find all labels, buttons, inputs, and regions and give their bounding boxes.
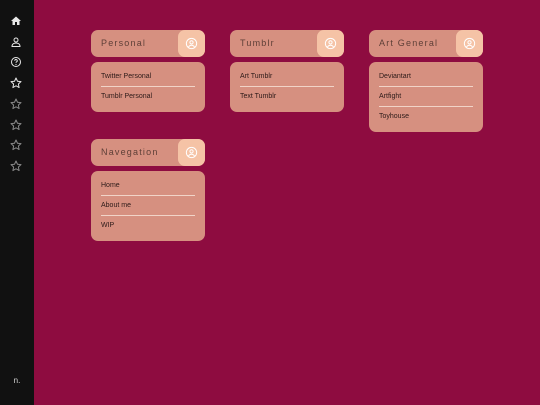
user-circle-icon — [178, 139, 205, 166]
star-icon[interactable] — [9, 159, 23, 173]
link-wip[interactable]: WIP — [101, 216, 195, 236]
group-title: Tumblr — [240, 38, 275, 48]
signature: n. — [13, 376, 21, 385]
group-links: Deviantart Artfight Toyhouse — [369, 62, 483, 132]
star-icon[interactable] — [9, 97, 23, 111]
link-art-tumblr[interactable]: Art Tumblr — [240, 67, 334, 87]
link-deviantart[interactable]: Deviantart — [379, 67, 473, 87]
user-circle-icon — [317, 30, 344, 57]
link-tumblr-personal[interactable]: Tumblr Personal — [101, 87, 195, 107]
group-header: Personal — [91, 30, 205, 57]
link-about-me[interactable]: About me — [101, 196, 195, 216]
group-links: Home About me WIP — [91, 171, 205, 241]
link-text-tumblr[interactable]: Text Tumblr — [240, 87, 334, 107]
link-group-navegation: Navegation Home About me WIP — [91, 139, 205, 241]
home-icon[interactable] — [9, 14, 23, 28]
link-artfight[interactable]: Artfight — [379, 87, 473, 107]
link-home[interactable]: Home — [101, 176, 195, 196]
user-circle-icon — [456, 30, 483, 57]
link-twitter-personal[interactable]: Twitter Personal — [101, 67, 195, 87]
group-links: Twitter Personal Tumblr Personal — [91, 62, 205, 112]
link-group-tumblr: Tumblr Art Tumblr Text Tumblr — [230, 30, 344, 112]
link-toyhouse[interactable]: Toyhouse — [379, 107, 473, 127]
user-icon[interactable] — [9, 35, 23, 49]
group-title: Art General — [379, 38, 439, 48]
sidebar: n. — [0, 0, 34, 405]
star-filled-icon[interactable] — [9, 76, 23, 90]
help-icon[interactable] — [9, 55, 23, 69]
group-header: Tumblr — [230, 30, 344, 57]
group-header: Navegation — [91, 139, 205, 166]
group-links: Art Tumblr Text Tumblr — [230, 62, 344, 112]
star-icon[interactable] — [9, 138, 23, 152]
group-title: Navegation — [101, 147, 159, 157]
star-icon[interactable] — [9, 118, 23, 132]
link-group-personal: Personal Twitter Personal Tumblr Persona… — [91, 30, 205, 112]
group-title: Personal — [101, 38, 147, 48]
group-header: Art General — [369, 30, 483, 57]
link-group-art-general: Art General Deviantart Artfight Toyhouse — [369, 30, 483, 132]
user-circle-icon — [178, 30, 205, 57]
